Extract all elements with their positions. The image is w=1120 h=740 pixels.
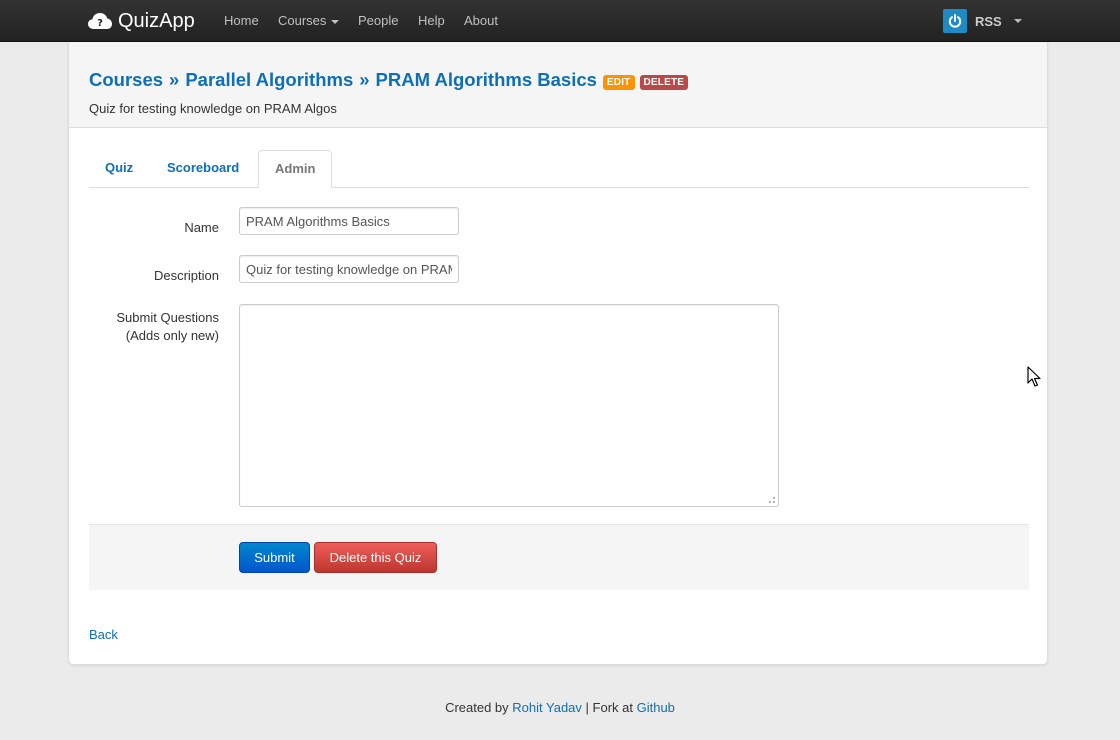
- nav-home[interactable]: Home: [224, 13, 259, 28]
- user-menu-dropdown[interactable]: RSS: [943, 9, 1022, 33]
- submit-button[interactable]: Submit: [239, 542, 310, 573]
- power-icon[interactable]: [943, 9, 967, 33]
- footer: Created by Rohit Yadav | Fork at Github: [0, 700, 1120, 715]
- nav-courses-dropdown[interactable]: Courses: [278, 13, 340, 28]
- user-name: RSS: [975, 13, 1002, 29]
- nav-help[interactable]: Help: [418, 13, 445, 28]
- chevron-down-icon: [1013, 19, 1022, 23]
- breadcrumb-quiz[interactable]: PRAM Algorithms Basics: [376, 69, 597, 91]
- name-label: Name: [184, 220, 219, 235]
- chevron-down-icon: [331, 19, 340, 24]
- tab-admin[interactable]: Admin: [258, 150, 333, 188]
- nav-about[interactable]: About: [464, 13, 498, 28]
- nav-people[interactable]: People: [358, 13, 398, 28]
- page-header: Courses » Parallel Algorithms » PRAM Alg…: [69, 42, 1047, 128]
- description-label: Description: [153, 268, 219, 283]
- resize-handle-icon[interactable]: [769, 497, 775, 503]
- submit-questions-label: Submit Questions (Adds only new): [79, 309, 219, 345]
- tab-scoreboard[interactable]: Scoreboard: [151, 150, 255, 188]
- breadcrumb-separator: »: [169, 69, 180, 90]
- footer-middle: | Fork at: [585, 700, 633, 715]
- footer-github-link[interactable]: Github: [637, 700, 675, 715]
- name-field[interactable]: [239, 207, 459, 235]
- delete-badge[interactable]: DELETE: [639, 74, 689, 90]
- submit-questions-label-line1: Submit Questions: [116, 310, 219, 325]
- questions-textarea-wrapper: [239, 304, 779, 507]
- footer-author-link[interactable]: Rohit Yadav: [512, 700, 582, 715]
- top-navbar: ? QuizApp Home Courses People Help About…: [0, 0, 1120, 42]
- mouse-pointer-icon: [1027, 366, 1041, 387]
- svg-text:?: ?: [97, 18, 103, 29]
- breadcrumb-courses[interactable]: Courses: [89, 69, 163, 91]
- main-container: Courses » Parallel Algorithms » PRAM Alg…: [68, 42, 1048, 665]
- cloud-question-icon: ?: [88, 13, 112, 29]
- brand-link[interactable]: ? QuizApp: [88, 8, 195, 34]
- delete-quiz-button[interactable]: Delete this Quiz: [314, 542, 437, 573]
- questions-textarea[interactable]: [239, 304, 779, 507]
- breadcrumb: Courses » Parallel Algorithms » PRAM Alg…: [89, 68, 689, 92]
- breadcrumb-course[interactable]: Parallel Algorithms: [185, 69, 353, 91]
- quiz-description: Quiz for testing knowledge on PRAM Algos: [89, 101, 337, 116]
- submit-questions-label-line2: (Adds only new): [125, 328, 219, 343]
- tab-quiz[interactable]: Quiz: [89, 150, 149, 188]
- footer-prefix: Created by: [445, 700, 509, 715]
- description-field[interactable]: [239, 255, 459, 283]
- brand-name: QuizApp: [118, 9, 195, 32]
- tabs-divider: [89, 187, 1029, 188]
- form-actions: Submit Delete this Quiz: [89, 524, 1029, 590]
- nav-courses-label: Courses: [278, 13, 327, 28]
- back-link[interactable]: Back: [89, 627, 118, 642]
- edit-badge[interactable]: EDIT: [602, 74, 635, 90]
- breadcrumb-separator: »: [359, 69, 370, 90]
